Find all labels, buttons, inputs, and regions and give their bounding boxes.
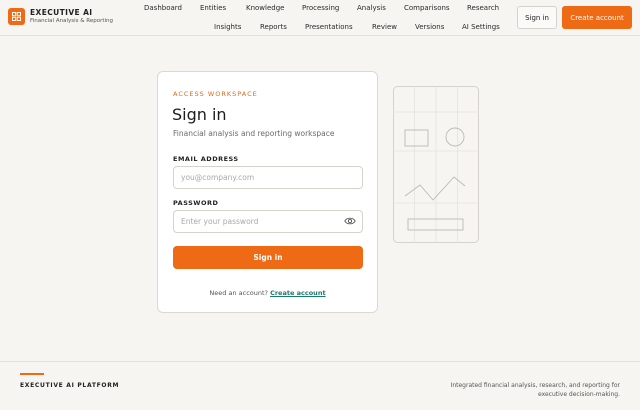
footer-description: Integrated financial analysis, research,… (450, 382, 620, 398)
nav-insights[interactable]: Insights (214, 23, 241, 31)
signin-card: ACCESS WORKSPACE Sign in Financial analy… (157, 71, 378, 313)
wireframe-illustration (393, 86, 479, 243)
create-account-prompt: Need an account? Create account (158, 289, 377, 297)
password-label: PASSWORD (173, 199, 219, 207)
nav-dashboard[interactable]: Dashboard (144, 4, 182, 12)
signin-title: Sign in (172, 105, 227, 124)
brand-tagline: Financial Analysis & Reporting (30, 17, 114, 24)
nav-comparisons[interactable]: Comparisons (404, 4, 450, 12)
nav-entities[interactable]: Entities (200, 4, 226, 12)
page-footer: EXECUTIVE AI PLATFORM Integrated financi… (0, 361, 640, 410)
nav-knowledge[interactable]: Knowledge (246, 4, 284, 12)
nav-versions[interactable]: Versions (415, 23, 444, 31)
signin-submit-button[interactable]: Sign in (173, 246, 363, 269)
header-create-account-button[interactable]: Create account (562, 6, 632, 29)
nav-analysis[interactable]: Analysis (357, 4, 386, 12)
nav-review[interactable]: Review (372, 23, 397, 31)
nav-presentations[interactable]: Presentations (305, 23, 353, 31)
brand[interactable]: EXECUTIVE AI Financial Analysis & Report… (8, 8, 113, 25)
signin-eyebrow: ACCESS WORKSPACE (173, 90, 258, 98)
footer-title: EXECUTIVE AI PLATFORM (20, 382, 120, 389)
nav-processing[interactable]: Processing (302, 4, 339, 12)
signin-subtitle: Financial analysis and reporting workspa… (173, 129, 335, 138)
email-label: EMAIL ADDRESS (173, 155, 239, 163)
eye-icon[interactable] (344, 216, 356, 226)
footer-accent-bar (20, 373, 44, 375)
nav-ai-settings[interactable]: AI Settings (462, 23, 500, 31)
need-account-text: Need an account? (209, 289, 268, 297)
nav-reports[interactable]: Reports (260, 23, 287, 31)
password-field[interactable] (173, 210, 363, 233)
brand-name: EXECUTIVE AI (30, 8, 93, 17)
create-account-link[interactable]: Create account (270, 289, 325, 297)
nav-research[interactable]: Research (467, 4, 499, 12)
grid-icon (8, 8, 25, 25)
email-field[interactable] (173, 166, 363, 189)
top-header: EXECUTIVE AI Financial Analysis & Report… (0, 0, 640, 36)
header-signin-button[interactable]: Sign in (517, 6, 557, 29)
